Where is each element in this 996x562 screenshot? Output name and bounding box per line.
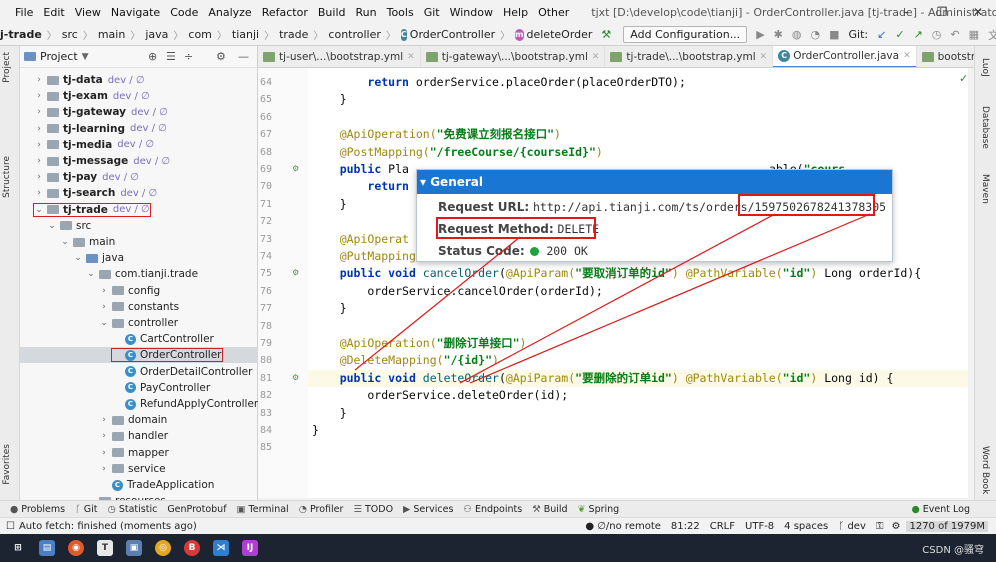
status-bar: ☐ Auto fetch: finished (moments ago) ● ∅… [0, 517, 996, 534]
lock-icon[interactable]: ⚿ [876, 521, 884, 532]
git-branch-icon: ᚴ [75, 503, 81, 515]
git-tool[interactable]: ᚴ Git [75, 504, 97, 515]
file-encoding[interactable]: UTF-8 [745, 521, 774, 532]
vscode-icon[interactable]: ⋊ [213, 540, 229, 556]
genprotobuf-tool[interactable]: GenProtobuf [167, 504, 226, 515]
endpoints-icon: ⚇ [463, 503, 472, 515]
memory-indicator[interactable]: 1270 of 1979M [906, 520, 988, 532]
tool-label: GenProtobuf [167, 503, 227, 515]
terminal-icon: ▣ [236, 503, 246, 515]
services-tool[interactable]: ▶ Services [403, 504, 453, 515]
tool-label: Services [413, 503, 454, 515]
indent-setting[interactable]: 4 spaces [784, 521, 828, 532]
tool-label: Event Log [922, 503, 970, 515]
build-tool[interactable]: ⚒ Build [532, 504, 567, 515]
profiler-icon: ◔ [298, 503, 307, 515]
tool-label: Problems [21, 503, 66, 515]
annotation-line [354, 236, 521, 371]
file-explorer-icon[interactable]: ▤ [39, 540, 55, 556]
app-red-icon[interactable]: B [184, 540, 200, 556]
status-message[interactable]: Auto fetch: finished (moments ago) [19, 521, 197, 532]
intellij-taskbar-icon[interactable]: IJ [242, 540, 258, 556]
bottom-tool-bar: ● Problems ᚴ Git ◷ Statistic GenProtobuf ▣ T… [0, 500, 996, 517]
git-branch[interactable]: ᚴ dev [838, 521, 866, 532]
problems-icon: ● [10, 503, 19, 515]
watermark: CSDN @骚穹 [922, 544, 984, 556]
annotation-line [469, 213, 871, 384]
spring-icon: ❦ [577, 503, 586, 515]
terminal-tool[interactable]: ▣ Terminal [237, 504, 289, 515]
remote-label: ∅/no remote [597, 520, 661, 532]
tool-label: Profiler [309, 503, 344, 515]
endpoints-tool[interactable]: ⚇ Endpoints [463, 504, 522, 515]
tool-label: Build [543, 503, 568, 515]
remote-status[interactable]: ● ∅/no remote [585, 521, 661, 532]
statistic-icon: ◷ [107, 503, 116, 515]
services-icon: ▶ [403, 503, 411, 515]
event-log-icon: ● [911, 503, 920, 515]
tool-label: Endpoints [474, 503, 523, 515]
annotation-lines [354, 213, 871, 384]
settings-icon[interactable]: ⚙ [892, 521, 901, 532]
annotation-line [459, 213, 776, 384]
statistic-tool[interactable]: ◷ Statistic [108, 504, 158, 515]
problems-tool[interactable]: ● Problems [10, 504, 65, 515]
todo-tool[interactable]: ☰ TODO [353, 504, 393, 515]
tool-label: Terminal [248, 503, 289, 515]
tool-label: Spring [588, 503, 620, 515]
windows-taskbar: ⊞ ▤ ◉ T ▣ ◎ B ⋊ IJ CSDN @骚穹 [0, 534, 996, 562]
tool-label: TODO [364, 503, 394, 515]
spring-tool[interactable]: ❦ Spring [578, 504, 620, 515]
window-icon: ☐ [6, 520, 15, 532]
profiler-tool[interactable]: ◔ Profiler [299, 504, 344, 515]
hammer-icon: ⚒ [532, 503, 541, 515]
caret-position[interactable]: 81:22 [671, 521, 700, 532]
app-icon[interactable]: ▣ [126, 540, 142, 556]
chrome-icon[interactable]: ◎ [155, 540, 171, 556]
event-log-tool[interactable]: ● Event Log [912, 504, 971, 515]
windows-start-icon[interactable]: ⊞ [10, 540, 26, 556]
browser-icon[interactable]: ◉ [68, 540, 84, 556]
typora-icon[interactable]: T [97, 540, 113, 556]
tool-label: Statistic [118, 503, 158, 515]
branch-label: dev [847, 520, 866, 532]
todo-icon: ☰ [353, 503, 362, 515]
line-separator[interactable]: CRLF [710, 521, 735, 532]
tool-label: Git [83, 503, 98, 515]
